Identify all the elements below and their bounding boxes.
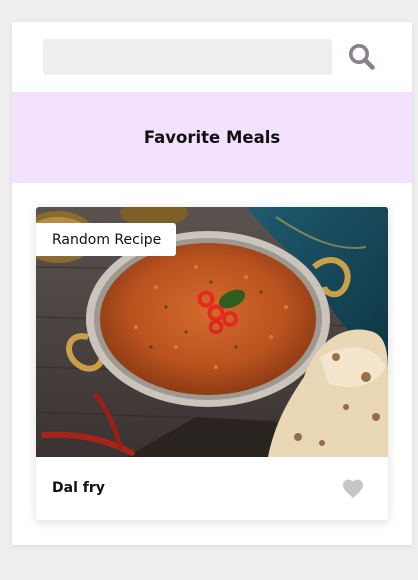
heart-icon <box>343 479 363 498</box>
favorites-header: Favorite Meals <box>12 92 412 183</box>
random-recipe-tag: Random Recipe <box>36 223 177 256</box>
page-title: Favorite Meals <box>143 128 281 147</box>
meal-name: Dal fry <box>52 480 105 496</box>
search-bar <box>12 22 412 92</box>
favorite-button[interactable] <box>341 477 365 501</box>
search-icon <box>349 44 375 70</box>
meal-footer: Dal fry <box>36 457 388 520</box>
search-input[interactable] <box>43 39 332 75</box>
meal-card[interactable]: Random Recipe Dal fry <box>36 207 388 520</box>
meals-app: Favorite Meals Random Recipe Dal fry <box>12 22 412 545</box>
search-button[interactable] <box>346 41 378 73</box>
